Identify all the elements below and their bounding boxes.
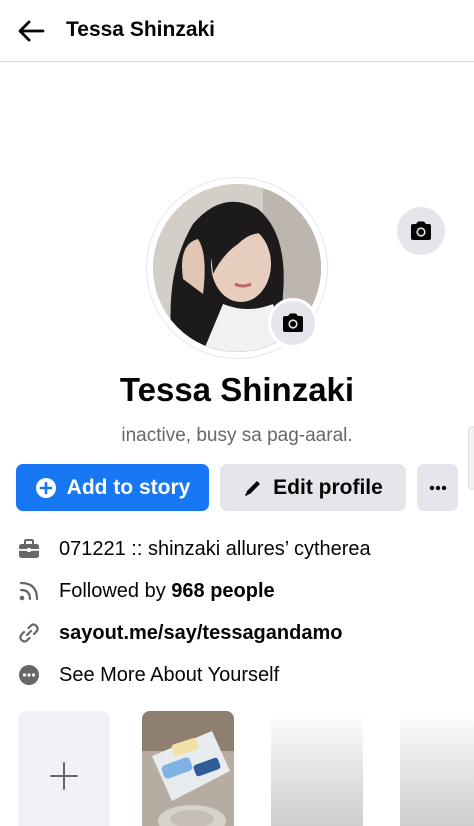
detail-work: 071221 :: shinzaki allures’ cytherea — [16, 534, 466, 564]
camera-icon — [411, 221, 431, 240]
pencil-icon — [243, 478, 263, 498]
plus-circle-icon — [35, 477, 57, 499]
edit-profile-label: Edit profile — [273, 475, 383, 499]
briefcase-icon — [16, 536, 42, 562]
followers-prefix: Followed by — [59, 579, 172, 602]
add-to-story-label: Add to story — [66, 475, 191, 499]
top-bar: Tessa Shinzaki — [0, 0, 474, 62]
highlight-photo — [142, 711, 234, 826]
edit-profile-button[interactable]: Edit profile — [220, 464, 406, 511]
followers-count[interactable]: 968 people — [171, 580, 274, 602]
highlight-tile-blank[interactable] — [400, 711, 474, 826]
highlight-tile-blank[interactable] — [271, 711, 363, 826]
add-to-story-button[interactable]: Add to story — [16, 464, 209, 511]
profile-bio: inactive, busy sa pag-aaral. — [121, 425, 353, 446]
detail-see-more[interactable]: See More About Yourself — [16, 660, 466, 690]
cover-photo-camera-button[interactable] — [397, 207, 445, 255]
detail-work-text: 071221 :: shinzaki allures’ cytherea — [59, 537, 371, 560]
see-more-label: See More About Yourself — [59, 663, 280, 686]
highlight-tile-photo[interactable] — [142, 711, 234, 826]
profile-photo-camera-button[interactable] — [268, 298, 318, 348]
detail-followers[interactable]: Followed by 968 people — [16, 576, 466, 606]
rss-icon — [16, 578, 42, 604]
detail-followers-text: Followed by 968 people — [59, 580, 275, 603]
add-highlight-tile[interactable] — [18, 711, 110, 826]
page-title: Tessa Shinzaki — [66, 18, 216, 41]
arrow-left-icon — [18, 20, 45, 42]
profile-link[interactable]: sayout.me/say/tessagandamo — [59, 622, 342, 645]
detail-link[interactable]: sayout.me/say/tessagandamo — [16, 618, 466, 648]
ellipsis-icon — [429, 485, 446, 490]
profile-name: Tessa Shinzaki — [119, 371, 355, 408]
link-icon — [16, 620, 42, 646]
camera-icon — [283, 313, 303, 332]
more-circle-icon — [16, 662, 42, 688]
scrollbar-handle[interactable] — [468, 426, 474, 490]
more-options-button[interactable] — [417, 464, 458, 511]
plus-icon — [50, 762, 78, 790]
back-button[interactable] — [14, 14, 48, 48]
